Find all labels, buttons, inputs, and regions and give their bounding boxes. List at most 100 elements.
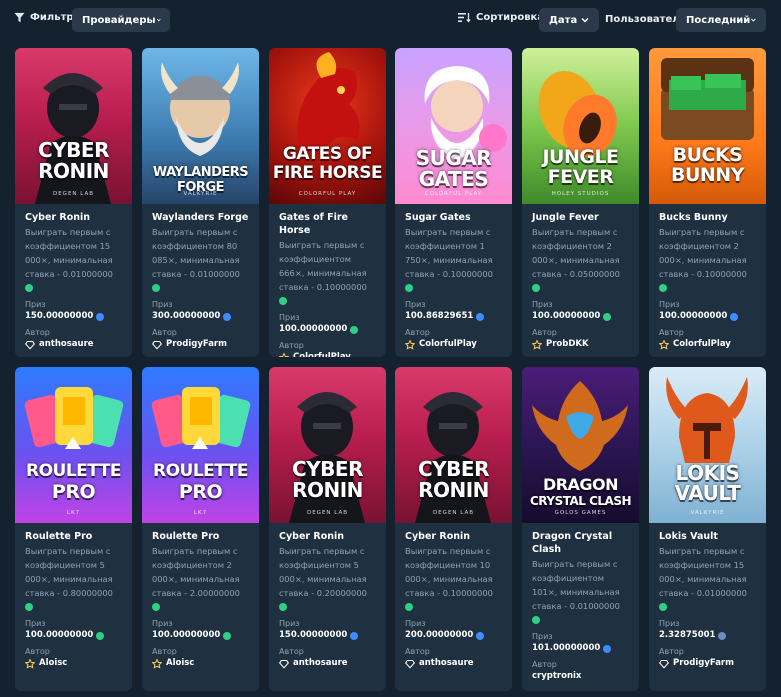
game-card[interactable]: JUNGLE FEVER HOLEY STUDIOS Jungle Fever Выиг… — [522, 48, 639, 357]
game-thumbnail[interactable]: ROULETTE PRO LK7 — [15, 367, 132, 523]
game-card[interactable]: SUGAR GATES COLORFUL PLAY Sugar Gates Выигра… — [395, 48, 512, 357]
game-name[interactable]: Roulette Pro — [152, 530, 249, 543]
art-studio: LK7 — [193, 510, 208, 516]
prize-value: 101.00000000 — [532, 642, 629, 655]
green-coin-icon — [659, 284, 667, 292]
author[interactable]: anthosaure — [25, 338, 122, 351]
art-studio: HOLEY STUDIOS — [551, 191, 610, 197]
prize-amount: 100.86829651 — [405, 311, 474, 321]
green-coin-icon — [405, 603, 413, 611]
game-name[interactable]: Roulette Pro — [25, 530, 122, 543]
game-name[interactable]: Dragon Crystal Clash — [532, 530, 629, 556]
blue-coin-icon — [350, 631, 359, 640]
sort-dropdown[interactable]: Дата — [539, 8, 599, 32]
game-description: Выиграть первым с коэффициентом 2 000×, … — [659, 225, 756, 295]
game-name[interactable]: Waylanders Forge — [152, 211, 249, 224]
prize-amount: 150.00000000 — [25, 311, 94, 321]
author[interactable]: anthosaure — [279, 657, 376, 670]
game-description-text: Выиграть первым с коэффициентом 80 085×,… — [152, 227, 240, 279]
prize-amount: 200.00000000 — [405, 630, 474, 640]
game-thumbnail[interactable]: ROULETTE PRO LK7 — [142, 367, 259, 523]
game-thumbnail[interactable]: WAYLANDERS FORGE VALKYRIE — [142, 48, 259, 204]
game-thumbnail[interactable]: CYBER RONIN DEGEN LAB — [15, 48, 132, 204]
game-thumbnail[interactable]: CYBER RONIN DEGEN LAB — [269, 367, 386, 523]
prize-label: Приз — [25, 300, 46, 309]
author[interactable]: ColorfulPlay — [405, 338, 502, 351]
author[interactable]: anthosaure — [405, 657, 502, 670]
author[interactable]: ColorfulPlay — [659, 338, 756, 351]
game-name[interactable]: Lokis Vault — [659, 530, 756, 543]
game-description-text: Выиграть первым с коэффициентом 2 000×, … — [532, 227, 620, 279]
green-coin-icon — [152, 603, 160, 611]
game-thumbnail[interactable]: LOKIS VAULT VALKYRIE — [649, 367, 766, 523]
art-title-line-1: SUGAR — [415, 146, 492, 170]
game-thumbnail[interactable]: JUNGLE FEVER HOLEY STUDIOS — [522, 48, 639, 204]
sort-icon — [458, 13, 471, 23]
prize-value: 100.00000000 — [25, 629, 122, 642]
game-card[interactable]: BUCKS BUNNY Bucks Bunny Выиграть первым с к… — [649, 48, 766, 357]
art-studio: COLORFUL PLAY — [424, 191, 483, 197]
game-description-text: Выиграть первым с коэффициентом 5 000×, … — [279, 546, 367, 598]
green-coin-icon — [532, 284, 540, 292]
game-card[interactable]: ROULETTE PRO LK7 Roulette Pro Выиграть первы… — [15, 367, 132, 691]
art-title-line-2: RONIN — [418, 478, 489, 502]
game-description: Выиграть первым с коэффициентом 2 000×, … — [532, 225, 629, 295]
game-card[interactable]: CYBER RONIN DEGEN LAB Cyber Ronin Выиграть п… — [395, 367, 512, 691]
game-thumbnail[interactable]: BUCKS BUNNY — [649, 48, 766, 204]
game-description-text: Выиграть первым с коэффициентом 10 000×,… — [405, 546, 493, 598]
game-thumbnail[interactable]: CYBER RONIN DEGEN LAB — [395, 367, 512, 523]
game-name[interactable]: Bucks Bunny — [659, 211, 756, 224]
author-name: anthosaure — [293, 658, 348, 668]
game-card[interactable]: GATES OF FIRE HORSE COLORFUL PLAY Gates of … — [269, 48, 386, 357]
game-card[interactable]: CYBER RONIN DEGEN LAB Cyber Ronin Выиграть п… — [269, 367, 386, 691]
author[interactable]: ProdigyFarm — [152, 338, 249, 351]
prize-label: Приз — [279, 619, 300, 628]
game-name[interactable]: Jungle Fever — [532, 211, 629, 224]
prize-value: 100.00000000 — [532, 310, 629, 323]
author[interactable]: cryptronix — [532, 670, 629, 683]
prize-value: 150.00000000 — [279, 629, 376, 642]
green-coin-icon — [223, 631, 232, 640]
filter-toggle[interactable]: Фильтр — [14, 12, 74, 23]
game-name[interactable]: Cyber Ronin — [405, 530, 502, 543]
green-coin-icon — [350, 325, 359, 334]
game-card[interactable]: ROULETTE PRO LK7 Roulette Pro Выиграть первы… — [142, 367, 259, 691]
game-thumbnail[interactable]: DRAGON CRYSTAL CLASH GOLOS GAMES — [522, 367, 639, 523]
game-card[interactable]: LOKIS VAULT VALKYRIE Lokis Vault Выиграть пе… — [649, 367, 766, 691]
game-description: Выиграть первым с коэффициентом 666×, ми… — [279, 238, 376, 308]
prize-amount: 150.00000000 — [279, 630, 348, 640]
blue-coin-icon — [476, 631, 485, 640]
star-icon — [152, 658, 162, 669]
art-studio: DEGEN LAB — [306, 510, 349, 516]
user-dropdown[interactable]: Последний — [676, 8, 766, 32]
prize-value: 150.00000000 — [25, 310, 122, 323]
game-description-text: Выиграть первым с коэффициентом 101×, ми… — [532, 559, 620, 611]
game-name[interactable]: Sugar Gates — [405, 211, 502, 224]
user-label: Пользователь — [605, 14, 686, 25]
author[interactable]: ProbDKK — [532, 338, 629, 351]
author[interactable]: ColorfulPlay — [279, 351, 376, 357]
author[interactable]: Aloisc — [152, 657, 249, 670]
game-card[interactable]: DRAGON CRYSTAL CLASH GOLOS GAMES Dragon Cry… — [522, 367, 639, 691]
author[interactable]: Aloisc — [25, 657, 122, 670]
game-card[interactable]: WAYLANDERS FORGE VALKYRIE Waylanders Forge В… — [142, 48, 259, 357]
game-card[interactable]: CYBER RONIN DEGEN LAB Cyber Ronin Выиграть п… — [15, 48, 132, 357]
game-description: Выиграть первым с коэффициентом 5 000×, … — [279, 544, 376, 614]
game-thumbnail[interactable]: SUGAR GATES COLORFUL PLAY — [395, 48, 512, 204]
providers-dropdown[interactable]: Провайдеры — [72, 8, 170, 32]
game-name[interactable]: Gates of Fire Horse — [279, 211, 376, 237]
game-thumbnail[interactable]: GATES OF FIRE HORSE COLORFUL PLAY — [269, 48, 386, 204]
game-name[interactable]: Cyber Ronin — [279, 530, 376, 543]
chevron-down-icon — [156, 18, 161, 22]
green-coin-icon — [152, 284, 160, 292]
prize-label: Приз — [532, 300, 553, 309]
game-name[interactable]: Cyber Ronin — [25, 211, 122, 224]
blue-coin-icon — [476, 312, 485, 321]
ltc-coin-icon — [718, 631, 727, 640]
game-description: Выиграть первым с коэффициентом 15 000×,… — [25, 225, 122, 295]
art-studio: DEGEN LAB — [52, 191, 95, 197]
author-name: Aloisc — [166, 658, 195, 668]
art-title-line-2: PRO — [51, 481, 96, 503]
author[interactable]: ProdigyFarm — [659, 657, 756, 670]
gem-icon — [25, 340, 35, 349]
